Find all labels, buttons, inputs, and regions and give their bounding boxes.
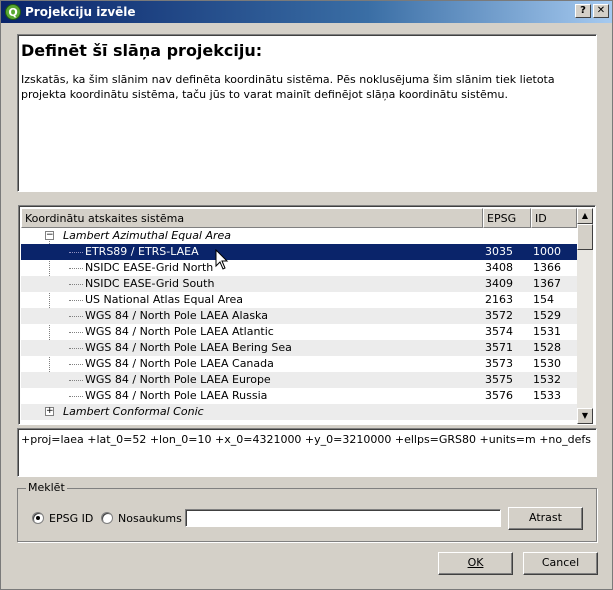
crs-id: 1532 bbox=[533, 373, 561, 386]
tree-connector bbox=[69, 396, 83, 397]
close-button[interactable]: ✕ bbox=[593, 4, 609, 18]
name-radio-label[interactable]: Nosaukums bbox=[118, 512, 182, 525]
table-row[interactable]: ETRS89 / ETRS-LAEA 3035 1000 bbox=[21, 244, 577, 260]
column-header-epsg[interactable]: EPSG bbox=[483, 208, 531, 228]
crs-id: 1528 bbox=[533, 341, 561, 354]
page-title: Definēt šī slāņa projekciju: bbox=[21, 41, 263, 60]
crs-name: WGS 84 / North Pole LAEA Russia bbox=[85, 389, 268, 402]
scroll-thumb[interactable] bbox=[577, 224, 593, 250]
table-body: − Lambert Azimuthal Equal Area ETRS89 / … bbox=[21, 228, 577, 424]
tree-connector bbox=[69, 348, 83, 349]
tree-connector bbox=[69, 316, 83, 317]
crs-table[interactable]: Koordinātu atskaites sistēma EPSG ID − L… bbox=[18, 205, 596, 425]
table-header: Koordinātu atskaites sistēma EPSG ID bbox=[21, 208, 577, 228]
table-scrollbar[interactable]: ▲ ▼ bbox=[577, 208, 593, 424]
info-description: Izskatās, ka šim slānim nav definēta koo… bbox=[21, 73, 555, 101]
epsg-id-radio-label[interactable]: EPSG ID bbox=[49, 512, 93, 525]
epsg-id-radio[interactable] bbox=[32, 512, 44, 524]
crs-epsg: 3571 bbox=[485, 341, 513, 354]
tree-group-row[interactable]: + Lambert Conformal Conic bbox=[21, 404, 577, 420]
scroll-down-icon[interactable]: ▼ bbox=[577, 408, 593, 424]
tree-connector bbox=[69, 268, 83, 269]
crs-id: 1531 bbox=[533, 325, 561, 338]
column-header-crs[interactable]: Koordinātu atskaites sistēma bbox=[21, 208, 483, 228]
mouse-cursor-icon bbox=[215, 249, 229, 270]
table-row[interactable]: WGS 84 / North Pole LAEA Canada 3573 153… bbox=[21, 356, 577, 372]
tree-connector bbox=[69, 364, 83, 365]
crs-name: ETRS89 / ETRS-LAEA bbox=[85, 245, 199, 258]
crs-name: WGS 84 / North Pole LAEA Atlantic bbox=[85, 325, 274, 338]
table-row[interactable]: US National Atlas Equal Area 2163 154 bbox=[21, 292, 577, 308]
title-bar: Q Projekciju izvēle ? ✕ bbox=[1, 1, 612, 23]
tree-connector bbox=[69, 300, 83, 301]
crs-name: WGS 84 / North Pole LAEA Canada bbox=[85, 357, 274, 370]
search-group-label: Meklēt bbox=[26, 481, 67, 494]
qgis-logo-icon: Q bbox=[5, 4, 21, 20]
crs-name: WGS 84 / North Pole LAEA Europe bbox=[85, 373, 271, 386]
crs-epsg: 3408 bbox=[485, 261, 513, 274]
expand-icon[interactable]: + bbox=[45, 407, 54, 416]
table-row[interactable]: NSIDC EASE-Grid North 3408 1366 bbox=[21, 260, 577, 276]
table-row[interactable]: WGS 84 / North Pole LAEA Bering Sea 3571… bbox=[21, 340, 577, 356]
crs-epsg: 3574 bbox=[485, 325, 513, 338]
proj-string-box[interactable]: +proj=laea +lat_0=52 +lon_0=10 +x_0=4321… bbox=[17, 428, 597, 477]
crs-epsg: 3576 bbox=[485, 389, 513, 402]
search-input[interactable] bbox=[185, 509, 501, 527]
crs-name: WGS 84 / North Pole LAEA Alaska bbox=[85, 309, 268, 322]
group-label: Lambert Conformal Conic bbox=[63, 405, 204, 418]
crs-epsg: 3572 bbox=[485, 309, 513, 322]
crs-id: 1530 bbox=[533, 357, 561, 370]
table-row[interactable]: WGS 84 / North Pole LAEA Europe 3575 153… bbox=[21, 372, 577, 388]
crs-id: 1366 bbox=[533, 261, 561, 274]
table-row[interactable]: WGS 84 / North Pole LAEA Russia 3576 153… bbox=[21, 388, 577, 404]
crs-name: NSIDC EASE-Grid South bbox=[85, 277, 215, 290]
find-button[interactable]: Atrast bbox=[508, 507, 583, 530]
crs-name: US National Atlas Equal Area bbox=[85, 293, 244, 306]
crs-name: NSIDC EASE-Grid North bbox=[85, 261, 214, 274]
table-row[interactable]: NSIDC EASE-Grid South 3409 1367 bbox=[21, 276, 577, 292]
tree-connector bbox=[69, 332, 83, 333]
table-row[interactable]: WGS 84 / North Pole LAEA Alaska 3572 152… bbox=[21, 308, 577, 324]
table-row[interactable]: WGS 84 / North Pole LAEA Atlantic 3574 1… bbox=[21, 324, 577, 340]
crs-id: 1367 bbox=[533, 277, 561, 290]
collapse-icon[interactable]: − bbox=[45, 231, 54, 240]
tree-connector bbox=[69, 284, 83, 285]
tree-group-row[interactable]: − Lambert Azimuthal Equal Area bbox=[21, 228, 577, 244]
crs-epsg: 3035 bbox=[485, 245, 513, 258]
help-button[interactable]: ? bbox=[575, 4, 591, 18]
ok-button[interactable]: OK bbox=[438, 552, 513, 575]
scroll-up-icon[interactable]: ▲ bbox=[577, 208, 593, 224]
crs-name: WGS 84 / North Pole LAEA Bering Sea bbox=[85, 341, 292, 354]
crs-epsg: 3575 bbox=[485, 373, 513, 386]
window-title: Projekciju izvēle bbox=[25, 5, 136, 19]
crs-epsg: 3409 bbox=[485, 277, 513, 290]
tree-connector bbox=[69, 380, 83, 381]
crs-id: 1533 bbox=[533, 389, 561, 402]
tree-connector bbox=[69, 252, 83, 253]
crs-id: 154 bbox=[533, 293, 554, 306]
projection-dialog: Q Projekciju izvēle ? ✕ Definēt šī slāņa… bbox=[0, 0, 613, 590]
crs-id: 1529 bbox=[533, 309, 561, 322]
column-header-id[interactable]: ID bbox=[531, 208, 577, 228]
crs-epsg: 2163 bbox=[485, 293, 513, 306]
crs-epsg: 3573 bbox=[485, 357, 513, 370]
name-radio[interactable] bbox=[101, 512, 113, 524]
crs-id: 1000 bbox=[533, 245, 561, 258]
group-label: Lambert Azimuthal Equal Area bbox=[63, 229, 232, 242]
cancel-button[interactable]: Cancel bbox=[523, 552, 598, 575]
